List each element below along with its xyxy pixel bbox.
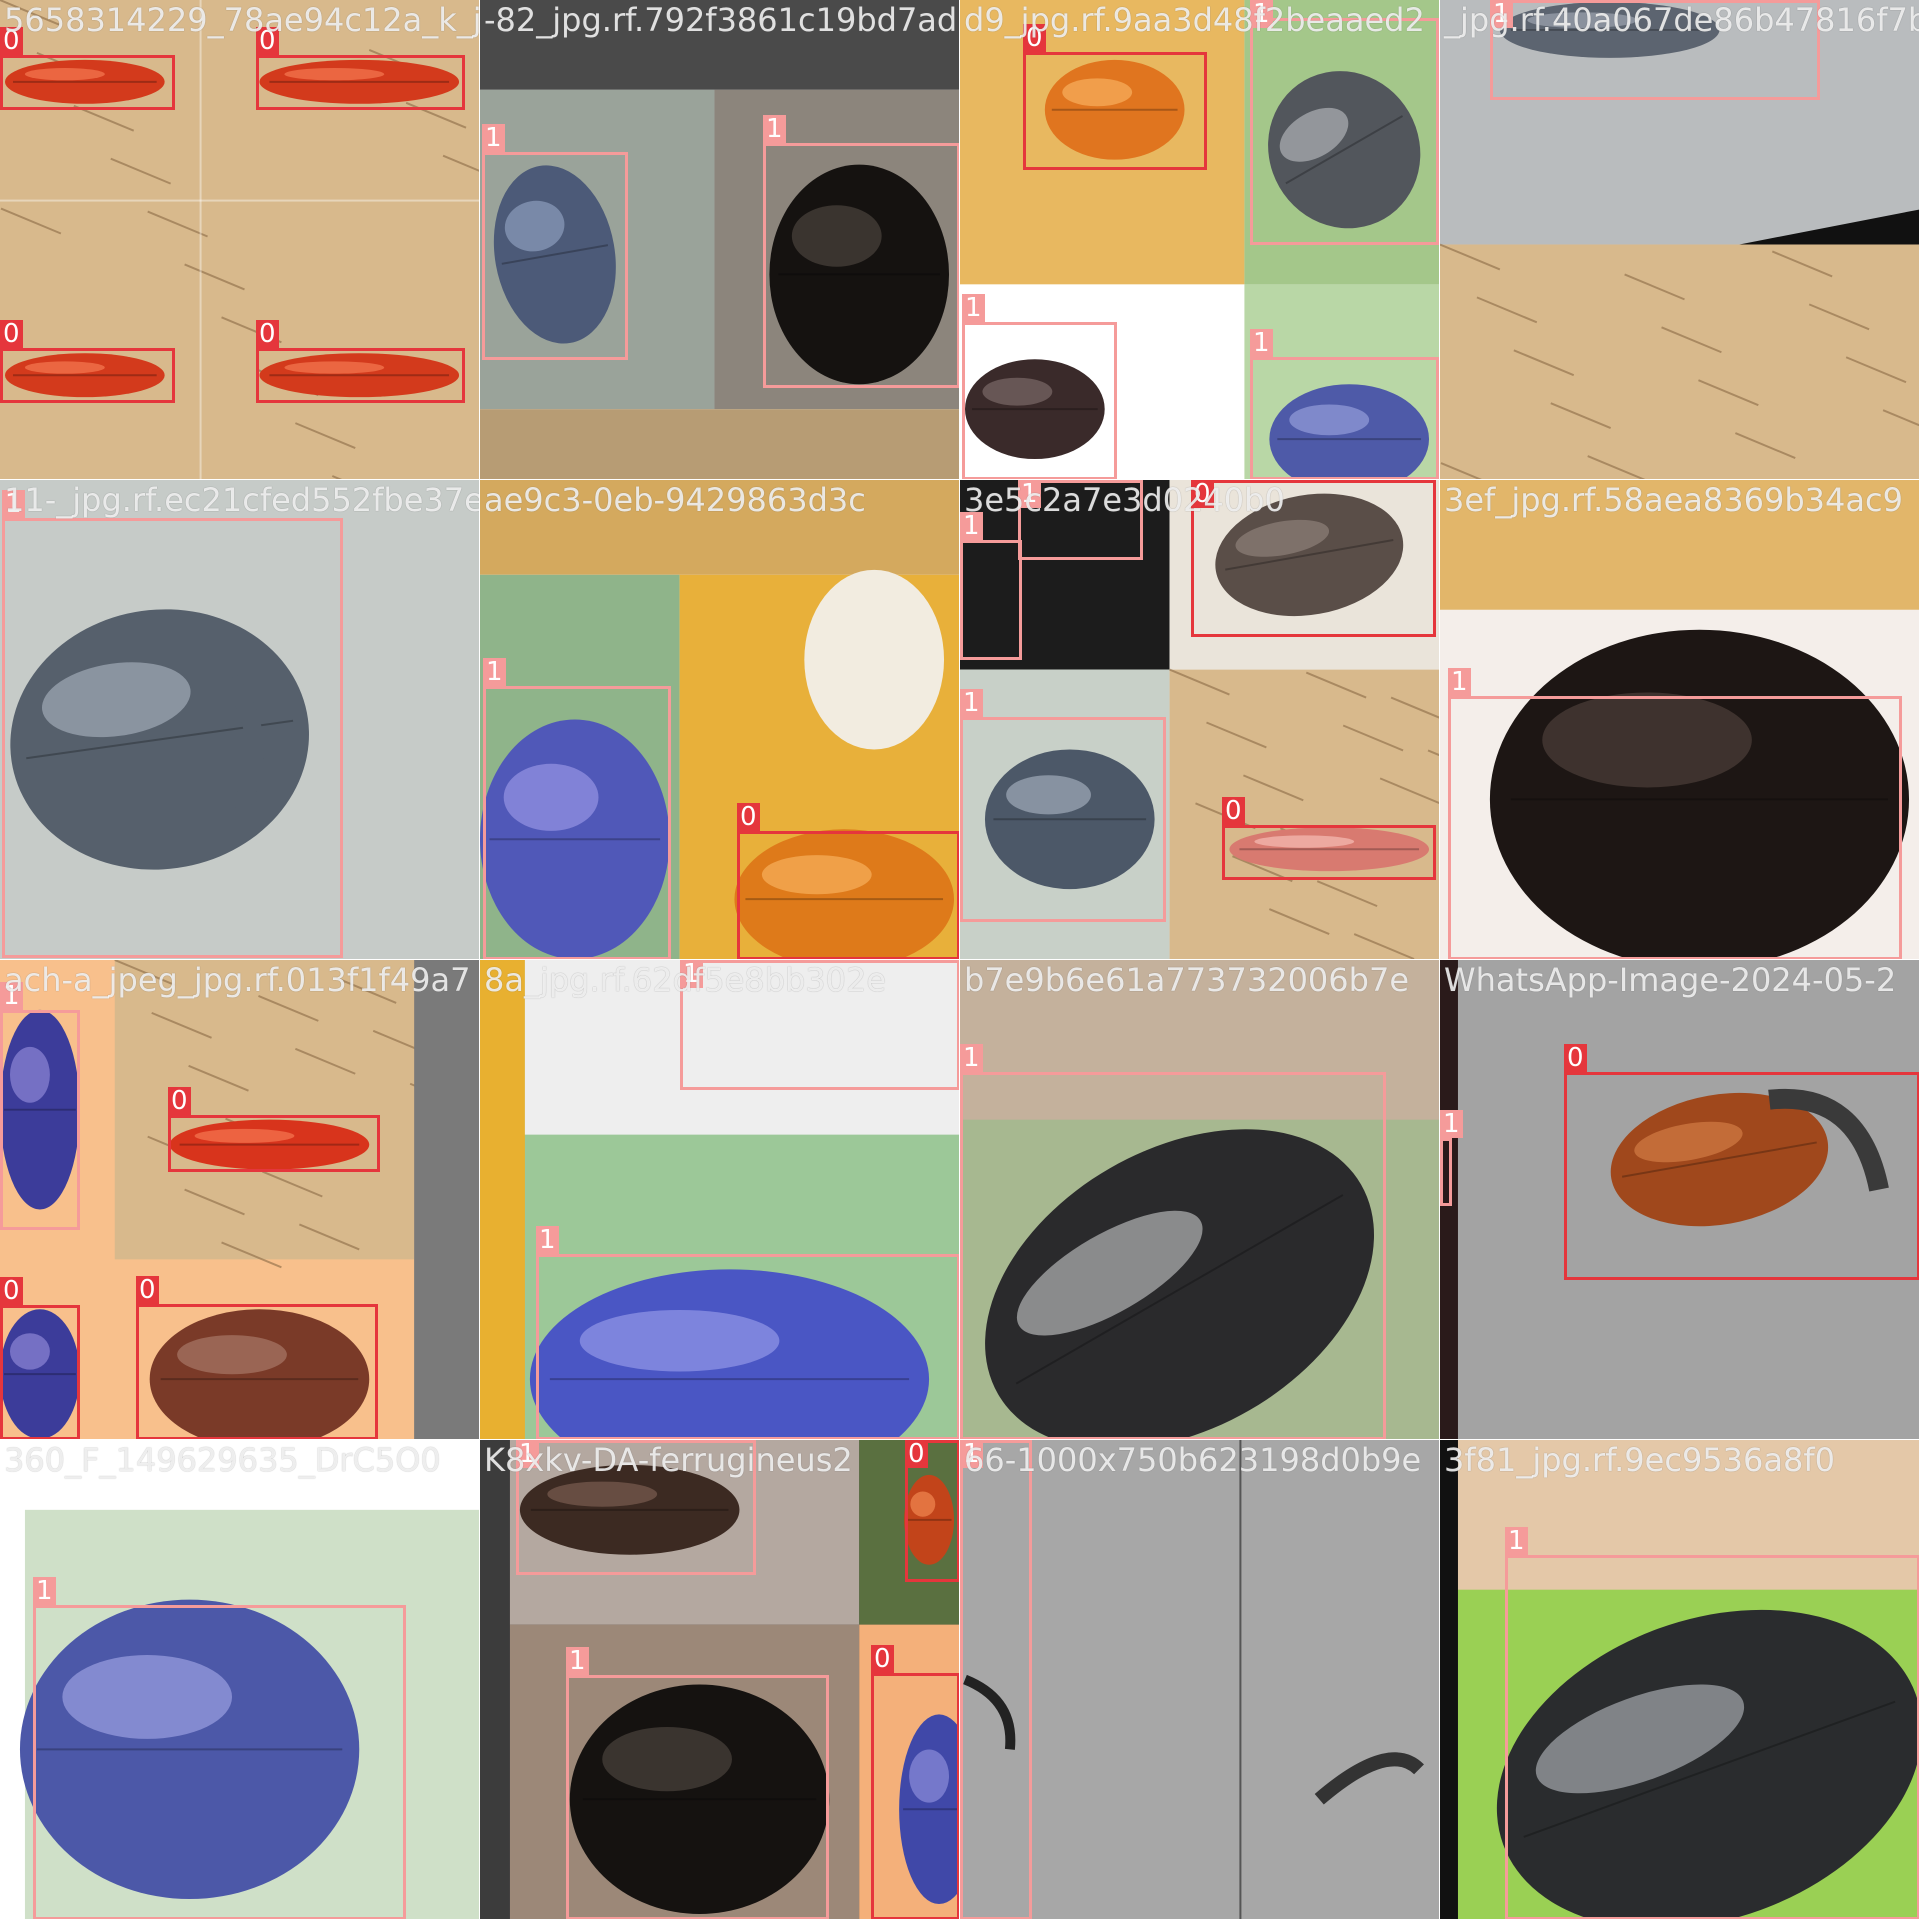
class-label: 0 bbox=[905, 1440, 928, 1468]
class-label: 1 bbox=[1250, 0, 1273, 28]
bounding-box bbox=[737, 831, 959, 959]
mosaic-tile: 3e5c2a7e3d0240b0 1 1 0 1 0 bbox=[960, 480, 1439, 959]
class-label: 0 bbox=[1564, 1044, 1587, 1072]
mosaic-tile: K8xkv-DA-ferrugineus2 1 0 1 0 bbox=[480, 1440, 959, 1919]
class-label: 1 bbox=[960, 1440, 983, 1468]
bounding-box bbox=[256, 55, 465, 110]
class-label: 1 bbox=[1490, 0, 1513, 28]
class-label: 0 bbox=[256, 320, 279, 348]
bounding-box bbox=[0, 1305, 80, 1439]
bounding-box bbox=[960, 1072, 1386, 1439]
class-label: 0 bbox=[1222, 797, 1245, 825]
class-label: 1 bbox=[763, 115, 786, 143]
bounding-box bbox=[1448, 696, 1902, 959]
mosaic-grid: 565831422​9_78ae94c12a_k_jpg.rf.3c0000 -… bbox=[0, 0, 1920, 1920]
bounding-box bbox=[1222, 825, 1436, 880]
bounding-box bbox=[1191, 480, 1436, 637]
class-label: 0 bbox=[0, 27, 23, 55]
bounding-box bbox=[0, 1010, 80, 1230]
mosaic-tile: 66-1000x750b623198d0b9e 1 bbox=[960, 1440, 1439, 1919]
class-label: 1 bbox=[516, 1440, 539, 1468]
class-label: 1 bbox=[960, 1044, 983, 1072]
class-label: 1 bbox=[1505, 1527, 1528, 1555]
bounding-box bbox=[871, 1673, 959, 1919]
mosaic-tile: _jpg.rf.40a067de86b47816f7b9 1 bbox=[1440, 0, 1919, 479]
bounding-box bbox=[33, 1605, 406, 1919]
bounding-box bbox=[136, 1304, 378, 1439]
bounding-box bbox=[1490, 0, 1820, 100]
class-label: 0 bbox=[0, 320, 23, 348]
bounding-box bbox=[960, 1440, 1032, 1919]
mosaic-tile: WhatsApp-Image-2024-05-2 0 1 bbox=[1440, 960, 1919, 1439]
bounding-box bbox=[516, 1440, 756, 1575]
class-label: 0 bbox=[136, 1276, 159, 1304]
class-label: 1 bbox=[960, 512, 983, 540]
class-label: 1 bbox=[536, 1226, 559, 1254]
class-label: 0 bbox=[256, 27, 279, 55]
class-label: 0 bbox=[1023, 24, 1046, 52]
class-label: 1 bbox=[962, 294, 985, 322]
bounding-box bbox=[168, 1115, 380, 1172]
bounding-box bbox=[960, 717, 1166, 922]
bounding-box bbox=[1023, 52, 1207, 170]
bounding-box bbox=[483, 686, 671, 959]
bounding-box bbox=[482, 152, 628, 360]
bounding-box bbox=[0, 55, 175, 110]
bounding-box bbox=[962, 322, 1117, 479]
class-label: 0 bbox=[737, 803, 760, 831]
class-label: 0 bbox=[871, 1645, 894, 1673]
bounding-box bbox=[566, 1675, 829, 1919]
mosaic-tile: 360_F_149629635_DrC5O0 1 bbox=[0, 1440, 479, 1919]
class-label: 1 bbox=[483, 658, 506, 686]
class-label: 1 bbox=[33, 1577, 56, 1605]
mosaic-tile: 3f81_jpg.rf.9ec9536a8f0 1 bbox=[1440, 1440, 1919, 1919]
mosaic-tile: ae9c3-0eb-9429863d3c 1 0 bbox=[480, 480, 959, 959]
bounding-box bbox=[0, 348, 175, 403]
mosaic-tile: d9_jpg.rf.9aa3d48f2beaaed2 0 1 1 1 bbox=[960, 0, 1439, 479]
mosaic-tile: 8a_jpg.rf.62df5e8bb302e 1 1 bbox=[480, 960, 959, 1439]
class-label: 1 bbox=[1018, 480, 1041, 508]
mosaic-tile: 11-_jpg.rf.ec21cfed552fbe37e8 1 bbox=[0, 480, 479, 959]
bounding-box bbox=[960, 540, 1022, 660]
class-label: 0 bbox=[1191, 480, 1214, 508]
bounding-box bbox=[763, 143, 959, 388]
mosaic-tile: 3ef_jpg.rf.58aea8369b34ac9 1 bbox=[1440, 480, 1919, 959]
class-label: 1 bbox=[566, 1647, 589, 1675]
mosaic-tile: b7e9b6e61a773732006b7e 1 bbox=[960, 960, 1439, 1439]
class-label: 1 bbox=[0, 982, 23, 1010]
class-label: 1 bbox=[1250, 329, 1273, 357]
class-label: 1 bbox=[960, 689, 983, 717]
mosaic-tile: ach-a_jpeg_jpg.rf.013f1f49a7 1 0 0 0 bbox=[0, 960, 479, 1439]
class-label: 1 bbox=[1448, 668, 1471, 696]
bounding-box bbox=[1250, 357, 1439, 479]
class-label: 0 bbox=[0, 1277, 23, 1305]
mosaic-tile: -82_jpg.rf.792f3861c19bd7ada 1 1 bbox=[480, 0, 959, 479]
bounding-box bbox=[1440, 1138, 1452, 1206]
class-label: 1 bbox=[680, 960, 703, 988]
bounding-box bbox=[1505, 1555, 1919, 1919]
class-label: 1 bbox=[482, 124, 505, 152]
bounding-box bbox=[2, 518, 343, 958]
bounding-box bbox=[256, 348, 465, 403]
bounding-box bbox=[1564, 1072, 1919, 1280]
class-label: 0 bbox=[168, 1087, 191, 1115]
bounding-box bbox=[1250, 18, 1439, 245]
mosaic-tile: 565831422​9_78ae94c12a_k_jpg.rf.3c0000 bbox=[0, 0, 479, 479]
bounding-box bbox=[536, 1254, 959, 1439]
class-label: 1 bbox=[2, 490, 25, 518]
class-label: 1 bbox=[1440, 1110, 1463, 1138]
bounding-box bbox=[680, 960, 959, 1090]
